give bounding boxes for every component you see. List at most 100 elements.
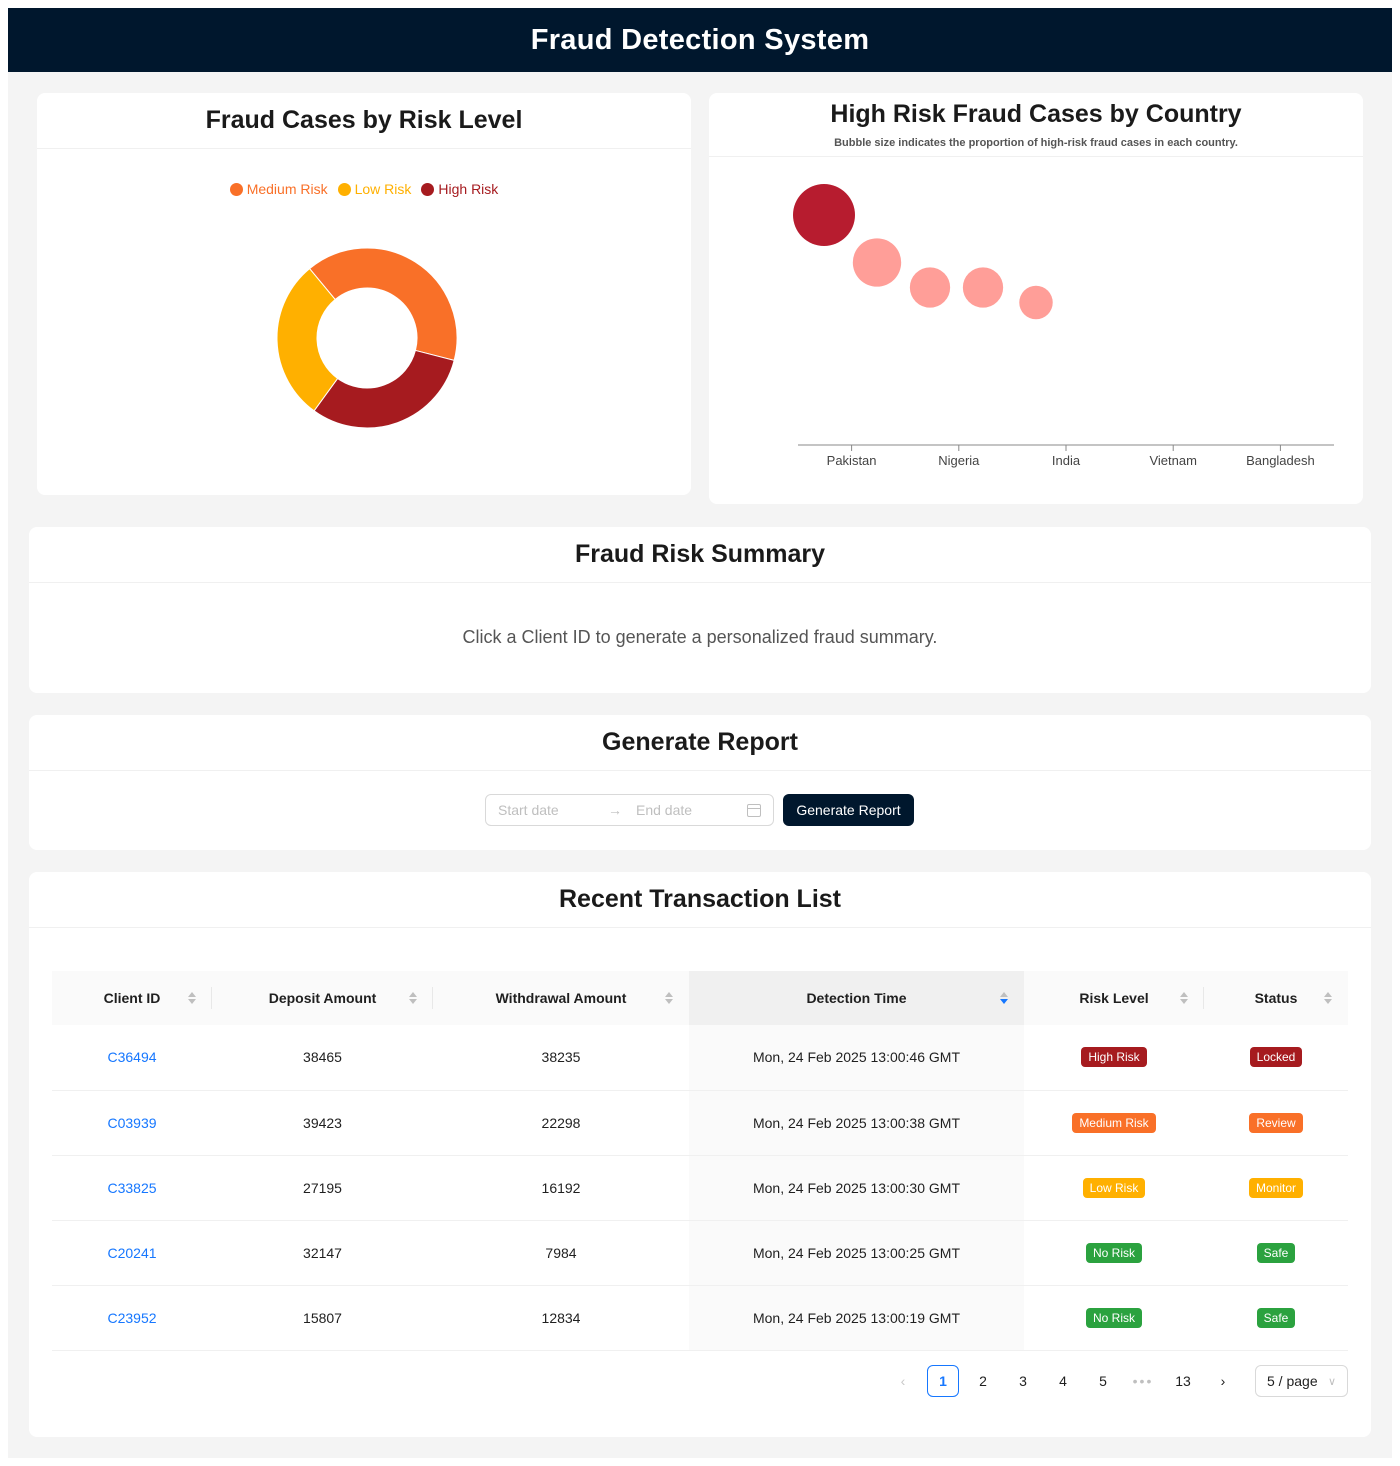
table-row[interactable]: C03939 39423 22298 Mon, 24 Feb 2025 13:00:3… (52, 1090, 1348, 1156)
x-tick-label: Nigeria (938, 453, 980, 468)
page-4-button[interactable]: 4 (1047, 1365, 1079, 1397)
column-label: Deposit Amount (268, 990, 377, 1006)
withdrawal-cell: 22298 (433, 1090, 689, 1156)
sort-icon[interactable] (409, 992, 417, 1004)
fraud-summary-card: Fraud Risk Summary Click a Client ID to … (29, 527, 1371, 693)
page-2-button[interactable]: 2 (967, 1365, 999, 1397)
legend-label: Low Risk (354, 181, 412, 197)
risk-level-cell: Low Risk (1024, 1155, 1204, 1221)
status-cell: Safe (1204, 1285, 1348, 1351)
table-row[interactable]: C23952 15807 12834 Mon, 24 Feb 2025 13:00:1… (52, 1285, 1348, 1351)
table-row[interactable]: C36494 38465 38235 Mon, 24 Feb 2025 13:00:4… (52, 1025, 1348, 1091)
risk-level-tag: No Risk (1085, 1242, 1142, 1263)
legend-item[interactable]: Medium Risk (229, 181, 328, 197)
table-row[interactable]: C20241 32147 7984 Mon, 24 Feb 2025 13:00:25… (52, 1220, 1348, 1286)
client-id-link[interactable]: C23952 (107, 1310, 156, 1326)
client-id-link[interactable]: C03939 (107, 1115, 156, 1131)
start-date-input[interactable]: Start date (498, 802, 608, 818)
status-cell: Monitor (1204, 1155, 1348, 1221)
summary-text: Click a Client ID to generate a personal… (462, 627, 938, 647)
jump-next-ellipsis[interactable]: ••• (1127, 1365, 1159, 1397)
bubble-mark[interactable] (962, 267, 1004, 308)
status-tag: Monitor (1248, 1177, 1303, 1198)
risk-level-tag: No Risk (1085, 1307, 1142, 1328)
legend-dot-icon (421, 182, 435, 196)
column-label: Client ID (103, 990, 161, 1006)
client-id-cell: C33825 (52, 1155, 212, 1221)
bubble-mark[interactable] (909, 267, 951, 308)
donut-chart (276, 247, 458, 429)
app-title: Fraud Detection System (530, 23, 870, 56)
risk-level-tag: High Risk (1081, 1047, 1147, 1068)
chart-subtitle: Bubble size indicates the proportion of … (834, 137, 1238, 149)
bubble-chart: Pakistan Nigeria India Vietnam Bangladesh (793, 184, 1334, 468)
legend-label: Medium Risk (246, 181, 328, 197)
sort-icon[interactable] (1324, 992, 1332, 1004)
generate-report-card: Generate Report Start date → End date Ge… (29, 715, 1371, 850)
transaction-table: Client ID Deposit Amount Withdrawal Amou… (52, 971, 1348, 1351)
donut-slice-medium-risk[interactable] (308, 247, 458, 361)
bubble-mark[interactable] (1019, 285, 1053, 320)
table-body: C36494 38465 38235 Mon, 24 Feb 2025 13:00:4… (52, 1025, 1348, 1351)
client-id-cell: C20241 (52, 1220, 212, 1286)
card-header: Recent Transaction List (29, 872, 1371, 928)
sort-icon[interactable] (1180, 992, 1188, 1004)
app-header: Fraud Detection System (8, 8, 1392, 72)
status-tag: Safe (1256, 1307, 1296, 1328)
next-page-icon[interactable]: › (1207, 1365, 1239, 1397)
column-header-deposit[interactable]: Deposit Amount (212, 971, 433, 1025)
column-header-withdrawal[interactable]: Withdrawal Amount (433, 971, 689, 1025)
client-id-link[interactable]: C33825 (107, 1180, 156, 1196)
withdrawal-cell: 7984 (433, 1220, 689, 1286)
page-size-select[interactable]: 5 / page ∨ (1255, 1365, 1348, 1397)
client-id-link[interactable]: C36494 (107, 1049, 156, 1065)
report-title: Generate Report (602, 728, 798, 756)
column-label: Detection Time (806, 990, 907, 1006)
page-1-button[interactable]: 1 (927, 1365, 959, 1397)
bubble-mark[interactable] (852, 238, 902, 287)
end-date-input[interactable]: End date (636, 802, 747, 818)
column-header-status[interactable]: Status (1204, 971, 1348, 1025)
generate-report-button[interactable]: Generate Report (783, 794, 914, 826)
donut-slice-high-risk[interactable] (313, 349, 455, 429)
legend-item[interactable]: Low Risk (337, 181, 412, 197)
transaction-list-card: Recent Transaction List Client ID Deposi… (29, 872, 1371, 1437)
risk-level-cell: High Risk (1024, 1025, 1204, 1091)
bubble-mark[interactable] (793, 184, 855, 246)
x-tick-label: Pakistan (827, 453, 877, 468)
prev-page-icon[interactable]: ‹ (887, 1365, 919, 1397)
column-header-risk-level[interactable]: Risk Level (1024, 971, 1204, 1025)
pagination: ‹ 1 2 3 4 5 ••• 13 › 5 / page ∨ (879, 1365, 1348, 1397)
status-cell: Locked (1204, 1025, 1348, 1091)
risk-level-tag: Low Risk (1082, 1177, 1146, 1198)
page-size-value: 5 / page (1267, 1373, 1318, 1389)
deposit-cell: 39423 (212, 1090, 433, 1156)
page-last-button[interactable]: 13 (1167, 1365, 1199, 1397)
client-id-link[interactable]: C20241 (107, 1245, 156, 1261)
detection-time-cell: Mon, 24 Feb 2025 13:00:19 GMT (689, 1285, 1024, 1351)
deposit-cell: 27195 (212, 1155, 433, 1221)
sort-icon[interactable] (1000, 992, 1008, 1004)
card-header: Fraud Risk Summary (29, 527, 1371, 583)
risk-level-tag: Medium Risk (1072, 1112, 1156, 1133)
x-tick-label: India (1052, 453, 1081, 468)
column-header-detection-time[interactable]: Detection Time (689, 971, 1024, 1025)
date-range-picker[interactable]: Start date → End date (485, 794, 774, 826)
status-tag: Review (1249, 1112, 1303, 1133)
sort-icon[interactable] (188, 992, 196, 1004)
card-header: Fraud Cases by Risk Level (37, 93, 691, 149)
detection-time-cell: Mon, 24 Feb 2025 13:00:46 GMT (689, 1025, 1024, 1091)
chart-title: Fraud Cases by Risk Level (205, 106, 523, 134)
table-row[interactable]: C33825 27195 16192 Mon, 24 Feb 2025 13:00:3… (52, 1155, 1348, 1221)
status-tag: Safe (1256, 1242, 1296, 1263)
column-header-client-id[interactable]: Client ID (52, 971, 212, 1025)
client-id-cell: C23952 (52, 1285, 212, 1351)
sort-icon[interactable] (665, 992, 673, 1004)
page-3-button[interactable]: 3 (1007, 1365, 1039, 1397)
calendar-icon (747, 803, 761, 817)
legend-item[interactable]: High Risk (421, 181, 498, 197)
page-5-button[interactable]: 5 (1087, 1365, 1119, 1397)
column-label: Withdrawal Amount (495, 990, 627, 1006)
deposit-cell: 32147 (212, 1220, 433, 1286)
status-tag: Locked (1249, 1047, 1303, 1068)
